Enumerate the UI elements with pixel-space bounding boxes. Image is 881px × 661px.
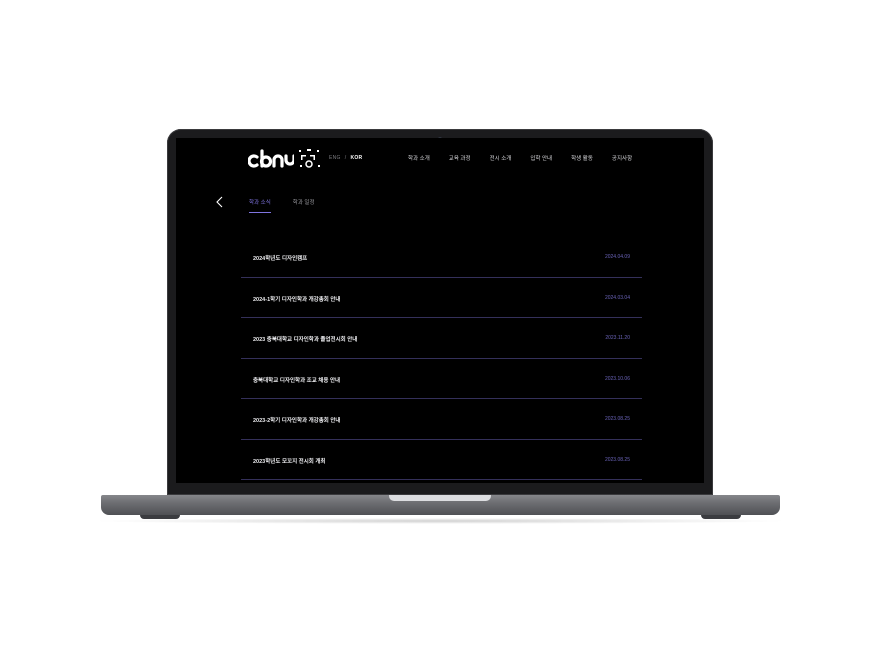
nav-item-exhibition[interactable]: 전시 소개 (490, 154, 512, 162)
main-nav: 학과 소개 교육 과정 전시 소개 입학 안내 학생 활동 공지사항 (408, 154, 632, 162)
notice-date: 2023.11.20 (605, 335, 630, 341)
cbnu-logo-icon[interactable] (248, 148, 294, 170)
notice-title[interactable]: 2024학년도 디자인캠프 (253, 254, 307, 262)
department-mark-icon (299, 149, 320, 168)
notice-date: 2023.08.25 (604, 456, 630, 463)
list-item[interactable]: 2023 충북대학교 디자인학과 졸업전시회 안내 2023.11.20 (241, 318, 642, 359)
lang-kor-link[interactable]: KOR (350, 155, 362, 161)
notice-date: 2023.10.06 (604, 375, 630, 382)
sub-tabs: 학과 소식 학과 일정 (249, 198, 315, 213)
chevron-left-icon[interactable] (215, 196, 225, 208)
nav-item-curriculum[interactable]: 교육 과정 (449, 154, 471, 162)
list-item[interactable]: 2023학년도 모꼬지 전시회 개최 2023.08.25 (241, 440, 642, 480)
laptop-base (101, 495, 780, 515)
laptop-screen: ENG / KOR 학과 소개 교육 과정 전시 소개 입학 안내 학생 활동 공지… (176, 138, 704, 483)
product-mockup: ENG / KOR 학과 소개 교육 과정 전시 소개 입학 안내 학생 활동 공지… (0, 0, 881, 661)
language-switcher: ENG / KOR (329, 155, 362, 161)
list-item[interactable]: 2024-1학기 디자인학과 개강총회 안내 2024.03.04 (241, 278, 642, 318)
notice-title[interactable]: 충북대학교 디자인학과 조교 채용 안내 (253, 376, 340, 384)
notice-title[interactable]: 2023-2학기 디자인학과 개강총회 안내 (253, 416, 341, 424)
list-item[interactable]: 충북대학교 디자인학과 조교 채용 안내 2023.10.06 (241, 359, 642, 399)
nav-item-notice[interactable]: 공지사항 (612, 154, 632, 162)
tab-department-news[interactable]: 학과 소식 (249, 198, 271, 213)
laptop-shadow (90, 518, 790, 524)
laptop-lid: ENG / KOR 학과 소개 교육 과정 전시 소개 입학 안내 학생 활동 공지… (167, 129, 713, 495)
laptop-foot-left (140, 515, 180, 519)
notice-date: 2023.08.25 (604, 416, 630, 422)
list-item[interactable]: 2024학년도 디자인캠프 2024.04.09 (241, 237, 642, 278)
tab-department-schedule[interactable]: 학과 일정 (293, 198, 315, 213)
list-item[interactable]: 2023-2학기 디자인학과 개강총회 안내 2023.08.25 (241, 399, 642, 440)
notice-list: 2024학년도 디자인캠프 2024.04.09 2024-1학기 디자인학과 … (241, 237, 642, 480)
lang-eng-link[interactable]: ENG (329, 155, 341, 161)
notice-date: 2024.03.04 (604, 294, 630, 301)
laptop-opening-notch (389, 495, 491, 501)
notice-title[interactable]: 2024-1학기 디자인학과 개강총회 안내 (253, 295, 341, 303)
notice-title[interactable]: 2023 충북대학교 디자인학과 졸업전시회 안내 (253, 335, 357, 343)
nav-item-about[interactable]: 학과 소개 (408, 154, 430, 162)
laptop-foot-right (701, 515, 741, 519)
notice-date: 2024.04.09 (604, 254, 630, 260)
notice-title[interactable]: 2023학년도 모꼬지 전시회 개최 (253, 457, 325, 465)
lang-separator: / (344, 155, 347, 161)
nav-item-student-activity[interactable]: 학생 활동 (571, 154, 593, 162)
nav-item-admission[interactable]: 입학 안내 (530, 154, 552, 162)
